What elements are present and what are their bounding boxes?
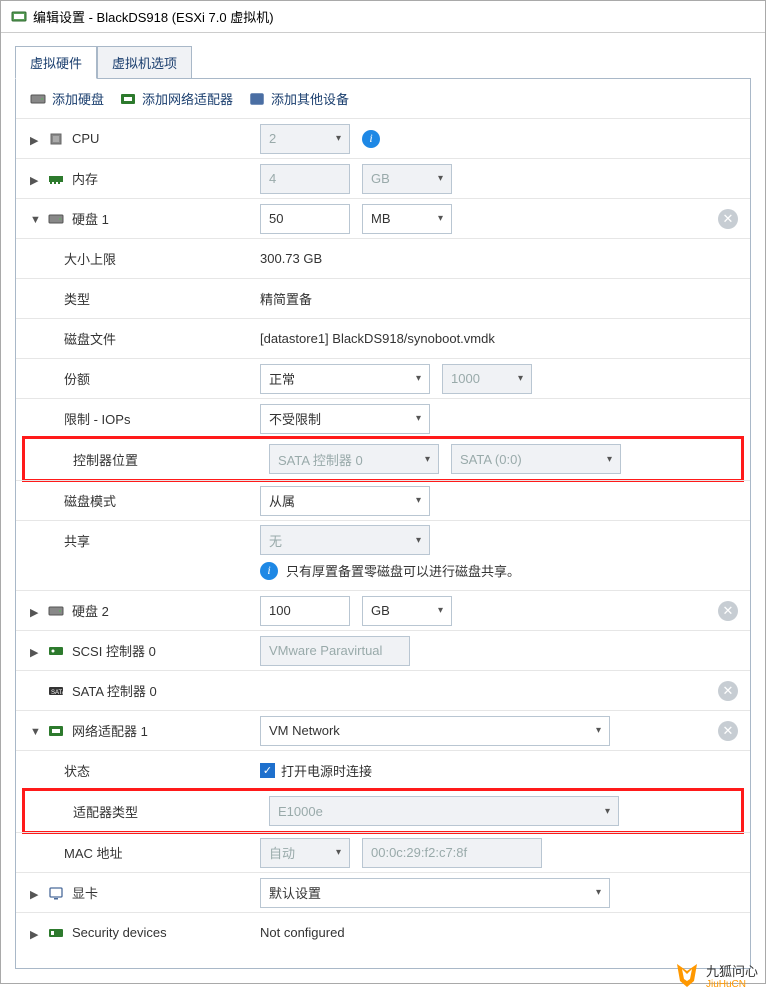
- disk1-shares-value-select[interactable]: 1000▾: [442, 364, 532, 394]
- memory-row: ▶ 内存 GB▾: [16, 158, 750, 198]
- video-card-row: ▶ 显卡 默认设置▾: [16, 872, 750, 912]
- expand-toggle[interactable]: ▶: [30, 174, 40, 184]
- disk1-iops-select[interactable]: 不受限制▾: [260, 404, 430, 434]
- disk2-row: ▶ 硬盘 2 GB▾ ✕: [16, 590, 750, 630]
- nic1-row: ▼ 网络适配器 1 VM Network▾ ✕: [16, 710, 750, 750]
- disk1-type-value: 精简置备: [260, 289, 312, 308]
- edit-settings-dialog: 编辑设置 - BlackDS918 (ESXi 7.0 虚拟机) 虚拟硬件 虚拟…: [0, 0, 766, 984]
- tabs: 虚拟硬件 虚拟机选项: [1, 33, 765, 78]
- sata-icon: SATA: [48, 684, 64, 698]
- fox-icon: [672, 959, 702, 992]
- disk1-type-row: 类型 精简置备: [16, 278, 750, 318]
- nic1-mac-input[interactable]: [362, 838, 542, 868]
- remove-disk1-button[interactable]: ✕: [718, 209, 738, 229]
- cpu-row: ▶ CPU 2▾ i: [16, 118, 750, 158]
- cpu-count-select[interactable]: 2▾: [260, 124, 350, 154]
- disk1-size-input[interactable]: [260, 204, 350, 234]
- disk1-controller-row: 控制器位置 SATA 控制器 0▾ SATA (0:0)▾: [25, 439, 741, 479]
- security-devices-row: ▶ Security devices Not configured: [16, 912, 750, 952]
- disk1-mode-select[interactable]: 从属▾: [260, 486, 430, 516]
- nic-icon: [48, 724, 64, 738]
- collapse-toggle[interactable]: ▼: [30, 214, 40, 224]
- device-icon: [249, 92, 265, 106]
- disk1-maxsize-value: 300.73 GB: [260, 251, 322, 266]
- info-icon: i: [260, 562, 278, 580]
- collapse-toggle[interactable]: ▼: [30, 726, 40, 736]
- nic1-network-select[interactable]: VM Network▾: [260, 716, 610, 746]
- nic1-mac-row: MAC 地址 自动▾: [16, 832, 750, 872]
- disk1-file-value: [datastore1] BlackDS918/synoboot.vmdk: [260, 331, 495, 346]
- disk1-sharing-row: 共享 无▾ i 只有厚置备置零磁盘可以进行磁盘共享。: [16, 520, 750, 590]
- disk1-file-row: 磁盘文件 [datastore1] BlackDS918/synoboot.vm…: [16, 318, 750, 358]
- hardware-panel: 添加硬盘 添加网络适配器 添加其他设备 ▶ C: [15, 78, 751, 969]
- security-value: Not configured: [260, 925, 345, 940]
- memory-icon: [48, 172, 64, 186]
- expand-toggle[interactable]: ▶: [30, 606, 40, 616]
- expand-toggle[interactable]: ▶: [30, 646, 40, 656]
- disk1-maxsize-row: 大小上限 300.73 GB: [16, 238, 750, 278]
- watermark: 九狐问心 JiuHuCN: [672, 959, 758, 992]
- dialog-title: 编辑设置 - BlackDS918 (ESXi 7.0 虚拟机): [33, 7, 274, 26]
- connect-at-poweron-checkbox[interactable]: ✓: [260, 763, 275, 778]
- expand-toggle[interactable]: ▶: [30, 928, 40, 938]
- disk1-mode-row: 磁盘模式 从属▾: [16, 480, 750, 520]
- expand-toggle[interactable]: ▶: [30, 888, 40, 898]
- scsi-icon: [48, 644, 64, 658]
- disk1-row: ▼ 硬盘 1 MB▾ ✕: [16, 198, 750, 238]
- add-disk-button[interactable]: 添加硬盘: [30, 89, 104, 108]
- nic-icon: [120, 92, 136, 106]
- adapter-type-highlight: 适配器类型 E1000e▾: [22, 788, 744, 834]
- hdd-icon: [30, 92, 46, 106]
- disk1-unit-select[interactable]: MB▾: [362, 204, 452, 234]
- remove-sata-button[interactable]: ✕: [718, 681, 738, 701]
- hdd-icon: [48, 604, 64, 618]
- disk2-unit-select[interactable]: GB▾: [362, 596, 452, 626]
- memory-value-input[interactable]: [260, 164, 350, 194]
- video-settings-select[interactable]: 默认设置▾: [260, 878, 610, 908]
- disk1-controller-select[interactable]: SATA 控制器 0▾: [269, 444, 439, 474]
- security-icon: [48, 926, 64, 940]
- expand-toggle[interactable]: ▶: [30, 134, 40, 144]
- disk1-sharing-hint: i 只有厚置备置零磁盘可以进行磁盘共享。: [16, 555, 520, 580]
- disk1-shares-mode-select[interactable]: 正常▾: [260, 364, 430, 394]
- disk1-iops-row: 限制 - IOPs 不受限制▾: [16, 398, 750, 438]
- toolbar: 添加硬盘 添加网络适配器 添加其他设备: [16, 79, 750, 118]
- disk1-sharing-select[interactable]: 无▾: [260, 525, 430, 555]
- nic1-mac-mode-select[interactable]: 自动▾: [260, 838, 350, 868]
- add-other-device-button[interactable]: 添加其他设备: [249, 89, 349, 108]
- add-nic-button[interactable]: 添加网络适配器: [120, 89, 233, 108]
- disk1-shares-row: 份额 正常▾ 1000▾: [16, 358, 750, 398]
- scsi-controller-row: ▶ SCSI 控制器 0 VMware Paravirtual: [16, 630, 750, 670]
- disk2-size-input[interactable]: [260, 596, 350, 626]
- tab-hardware[interactable]: 虚拟硬件: [15, 46, 97, 79]
- cpu-icon: [48, 132, 64, 146]
- vm-icon: [11, 9, 27, 25]
- scsi-type-select[interactable]: VMware Paravirtual: [260, 636, 410, 666]
- video-icon: [48, 886, 64, 900]
- remove-nic1-button[interactable]: ✕: [718, 721, 738, 741]
- nic1-status-row: 状态 ✓ 打开电源时连接: [16, 750, 750, 790]
- hdd-icon: [48, 212, 64, 226]
- sata-controller-row: ▶ SATA SATA 控制器 0 ✕: [16, 670, 750, 710]
- nic1-adapter-type-select[interactable]: E1000e▾: [269, 796, 619, 826]
- nic1-adapter-type-row: 适配器类型 E1000e▾: [25, 791, 741, 831]
- svg-text:SATA: SATA: [51, 690, 64, 696]
- tab-vm-options[interactable]: 虚拟机选项: [97, 46, 192, 79]
- disk1-controller-slot-select[interactable]: SATA (0:0)▾: [451, 444, 621, 474]
- remove-disk2-button[interactable]: ✕: [718, 601, 738, 621]
- memory-unit-select[interactable]: GB▾: [362, 164, 452, 194]
- dialog-title-bar: 编辑设置 - BlackDS918 (ESXi 7.0 虚拟机): [1, 1, 765, 33]
- info-icon[interactable]: i: [362, 130, 380, 148]
- controller-location-highlight: 控制器位置 SATA 控制器 0▾ SATA (0:0)▾: [22, 436, 744, 482]
